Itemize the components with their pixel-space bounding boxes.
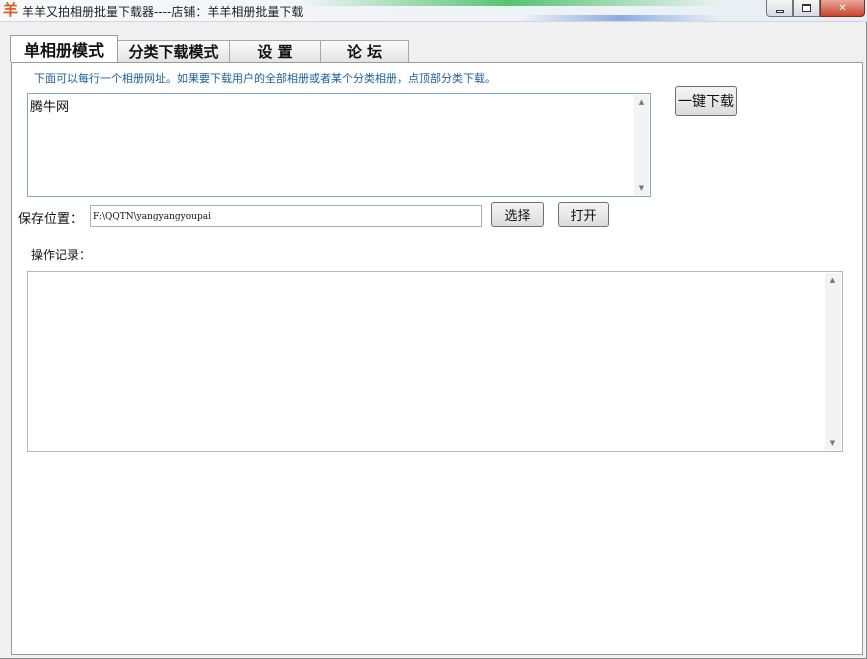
maximize-icon bbox=[802, 4, 811, 12]
instruction-hint: 下面可以每行一个相册网址。如果要下载用户的全部相册或者某个分类相册，点顶部分类下… bbox=[34, 72, 496, 85]
tab-settings[interactable]: 设 置 bbox=[229, 40, 321, 62]
tab-forum[interactable]: 论 坛 bbox=[320, 40, 409, 62]
close-icon: ✕ bbox=[838, 2, 847, 14]
log-scroll-up-arrow-icon[interactable]: ▲ bbox=[825, 273, 840, 287]
album-urls-textarea[interactable]: 腾牛网 ▲ ▼ bbox=[27, 93, 651, 197]
log-scrollbar[interactable]: ▲ ▼ bbox=[825, 273, 841, 450]
scroll-down-arrow-icon[interactable]: ▼ bbox=[634, 181, 649, 195]
title-bar[interactable]: 羊 羊羊又拍相册批量下载器----店铺：羊羊相册批量下载 ✕ bbox=[0, 0, 867, 22]
tab-bar: 单相册模式 分类下载模式 设 置 论 坛 bbox=[10, 35, 409, 62]
title-bar-glow-secondary bbox=[520, 15, 720, 21]
tab-single-album[interactable]: 单相册模式 bbox=[10, 35, 118, 62]
title-bar-glow bbox=[300, 0, 720, 6]
single-album-panel: 下面可以每行一个相册网址。如果要下载用户的全部相册或者某个分类相册，点顶部分类下… bbox=[11, 62, 863, 655]
choose-folder-button[interactable]: 选择 bbox=[491, 202, 544, 227]
minimize-icon bbox=[775, 9, 784, 13]
operation-log-label: 操作记录： bbox=[31, 248, 92, 262]
minimize-button[interactable] bbox=[766, 0, 793, 17]
scroll-up-arrow-icon[interactable]: ▲ bbox=[634, 95, 649, 109]
app-window: 羊 羊羊又拍相册批量下载器----店铺：羊羊相册批量下载 ✕ 单相册模式 分类下… bbox=[0, 0, 867, 659]
app-logo-icon: 羊 bbox=[2, 1, 18, 19]
album-urls-text: 腾牛网 bbox=[30, 100, 70, 115]
save-location-label: 保存位置： bbox=[18, 212, 84, 227]
operation-log-textarea[interactable]: ▲ ▼ bbox=[27, 271, 843, 452]
log-scroll-down-arrow-icon[interactable]: ▼ bbox=[825, 436, 840, 450]
close-button[interactable]: ✕ bbox=[820, 0, 865, 17]
client-area: 单相册模式 分类下载模式 设 置 论 坛 下面可以每行一个相册网址。如果要下载用… bbox=[8, 35, 863, 655]
maximize-button[interactable] bbox=[793, 0, 820, 17]
urls-scrollbar[interactable]: ▲ ▼ bbox=[634, 95, 649, 195]
open-folder-button[interactable]: 打开 bbox=[558, 202, 609, 227]
window-title: 羊羊又拍相册批量下载器----店铺：羊羊相册批量下载 bbox=[22, 5, 304, 19]
tab-category-download[interactable]: 分类下载模式 bbox=[117, 40, 230, 62]
window-controls: ✕ bbox=[766, 0, 865, 17]
save-path-input[interactable]: F:\QQTN\yangyangyoupai bbox=[90, 205, 482, 227]
one-click-download-button[interactable]: 一键下载 bbox=[675, 86, 737, 116]
